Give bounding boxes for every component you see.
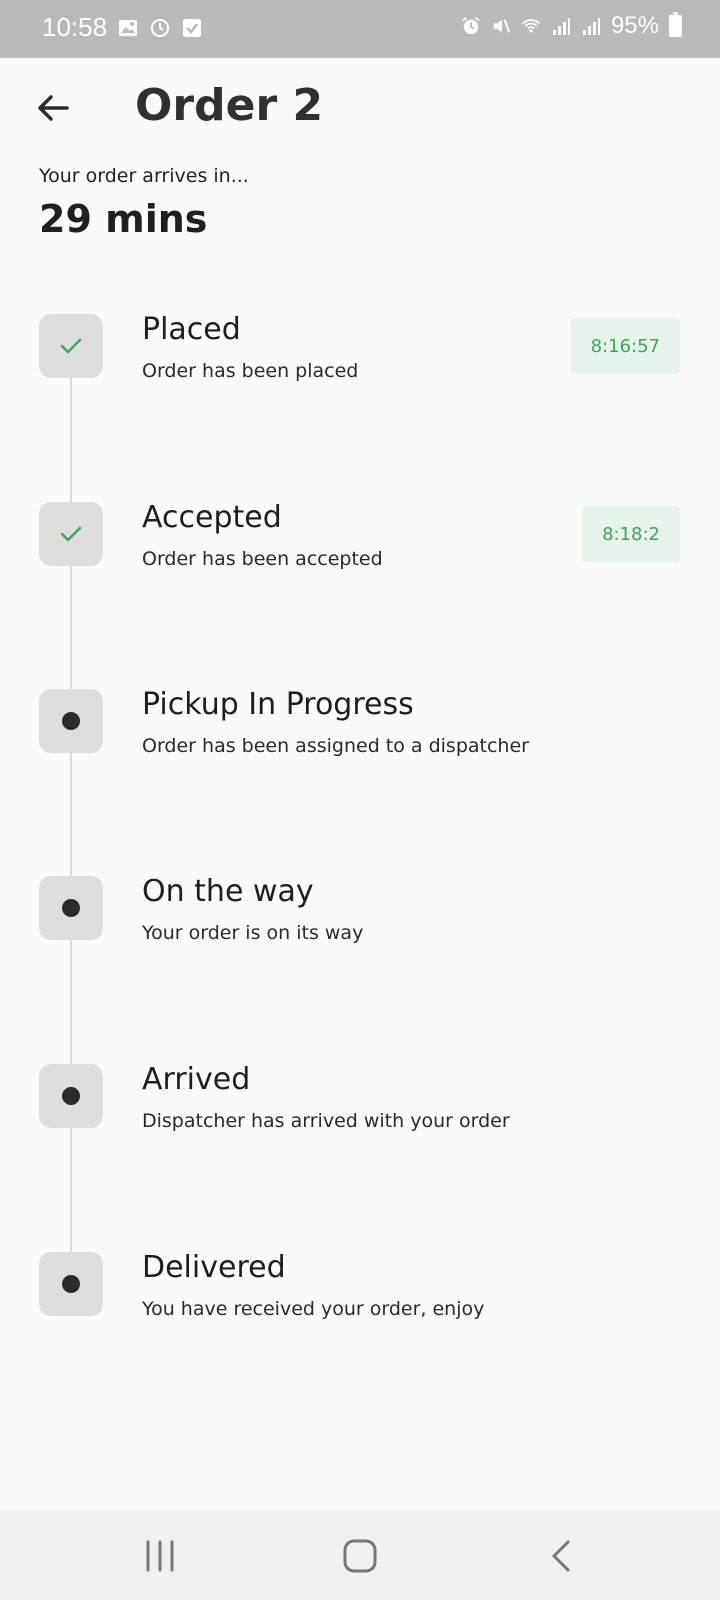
status-time: 10:58: [42, 12, 108, 42]
step-description: Dispatcher has arrived with your order: [142, 1110, 510, 1132]
step-description: Your order is on its way: [142, 922, 364, 944]
step-description: Order has been placed: [142, 360, 359, 382]
step-time-badge: 8:16:57: [570, 318, 680, 374]
timeline-step-on-the-way: On the way Your order is on its way: [0, 874, 720, 1062]
battery-icon: [669, 12, 682, 37]
step-title: Pickup In Progress: [142, 687, 414, 722]
app-header: Order 2: [0, 58, 720, 168]
status-right: 95%: [461, 12, 682, 40]
step-description: Order has been assigned to a dispatcher: [142, 735, 529, 757]
task-check-icon: [183, 19, 201, 37]
pending-dot-icon: [62, 899, 80, 917]
step-title: Delivered: [142, 1250, 286, 1285]
step-title: Accepted: [142, 500, 282, 535]
pending-dot-icon: [62, 1087, 80, 1105]
eta-label: Your order arrives in...: [39, 165, 249, 187]
timeline-step-arrived: Arrived Dispatcher has arrived with your…: [0, 1062, 720, 1250]
step-title: On the way: [142, 874, 314, 909]
step-node: [39, 876, 103, 940]
pending-dot-icon: [62, 1275, 80, 1293]
step-node: [39, 502, 103, 566]
step-time-badge: 8:18:2: [582, 506, 680, 562]
check-icon: [60, 338, 82, 354]
step-title: Arrived: [142, 1062, 251, 1097]
step-node: [39, 1064, 103, 1128]
timeline-step-accepted: Accepted Order has been accepted 8:18:2: [0, 500, 720, 688]
eta-value: 29 mins: [39, 197, 208, 241]
notification-icons: [118, 18, 202, 38]
timeline-step-pickup: Pickup In Progress Order has been assign…: [0, 687, 720, 875]
battery-percent: 95%: [610, 12, 659, 39]
sync-icon: [151, 19, 169, 37]
gallery-icon: [119, 20, 137, 36]
chevron-left-icon[interactable]: [542, 1536, 582, 1576]
step-node: [39, 1252, 103, 1316]
home-icon[interactable]: [340, 1536, 380, 1576]
recents-icon[interactable]: [140, 1536, 180, 1576]
timeline-step-placed: Placed Order has been placed 8:16:57: [0, 312, 720, 500]
step-title: Placed: [142, 312, 241, 347]
system-nav-bar: [0, 1510, 720, 1600]
step-description: Order has been accepted: [142, 548, 383, 570]
signal-icon-2: [582, 18, 600, 35]
alarm-icon: [462, 17, 480, 35]
check-icon: [60, 526, 82, 542]
step-node: [39, 314, 103, 378]
status-bar: 10:58 95%: [0, 0, 720, 58]
page-title: Order 2: [135, 80, 324, 131]
wifi-icon: [522, 19, 540, 33]
timeline-step-delivered: Delivered You have received your order, …: [0, 1250, 720, 1438]
step-node: [39, 689, 103, 753]
arrow-left-icon[interactable]: [33, 88, 73, 128]
signal-icon: [552, 18, 570, 35]
mute-icon: [493, 19, 510, 33]
step-description: You have received your order, enjoy: [142, 1298, 485, 1320]
pending-dot-icon: [62, 712, 80, 730]
